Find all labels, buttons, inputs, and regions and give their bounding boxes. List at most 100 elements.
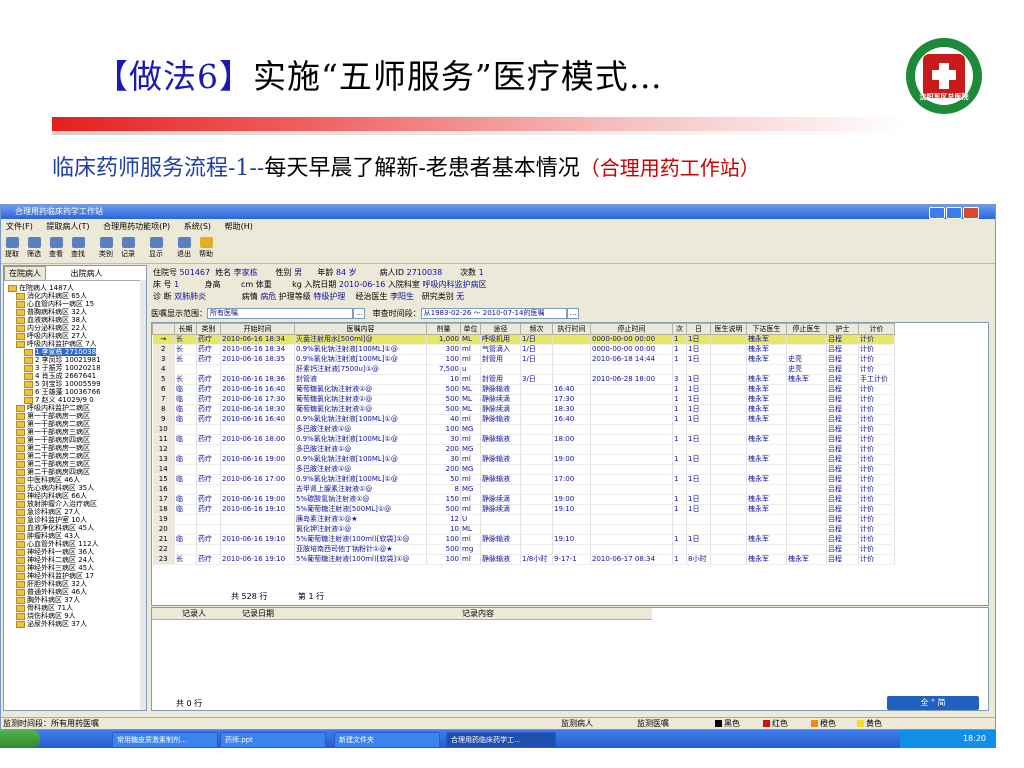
table-row[interactable]: 11 临药疗 2010-06-16 18:00 0.9%氯化钠注射液[100ML]①@… (152, 434, 895, 445)
filter-button[interactable]: 筛选 (25, 237, 43, 259)
tree-node[interactable]: 3 于振芳 10020218 (8, 364, 101, 372)
grid-column-header[interactable]: 单位 (460, 323, 481, 335)
task-pharmacist-ppt[interactable]: 药师.ppt (220, 732, 326, 748)
extract-button[interactable]: 提取 (3, 237, 21, 259)
menu-file[interactable]: 文件(F) (6, 222, 33, 231)
table-row[interactable]: 21 临药疗 2010-06-16 19:10 5%葡萄糖注射液(100ml)[软袋]… (152, 534, 895, 545)
grid-column-header[interactable]: 类别 (196, 323, 221, 335)
table-row[interactable]: 23 长药疗 2010-06-16 19:10 5%葡萄糖注射液(100ml)[软袋]… (152, 554, 895, 565)
tree-node[interactable]: 血液病科病区 38人 (8, 316, 101, 324)
view-button[interactable]: 查看 (47, 237, 65, 259)
tree-node[interactable]: 神经外科二病区 24人 (8, 556, 101, 564)
table-row[interactable]: 18 临药疗 2010-06-16 19:10 5%葡萄糖注射液[500ML]①@ 50… (152, 504, 895, 515)
tree-node[interactable]: 呼吸内科病区 27人 (8, 332, 101, 340)
category-button[interactable]: 类别 (97, 237, 115, 259)
table-row[interactable]: 8 临药疗 2010-06-16 18:30 葡萄糖氯化钠注射液①@ 500 ML 静脉续滴… (152, 404, 895, 415)
table-row[interactable]: 19 胰岛素注射液①@★ 12 U 吕程 计价 (152, 514, 895, 525)
table-row[interactable]: 13 临药疗 2010-06-16 19:00 0.9%氯化钠注射液[100ML]①@… (152, 454, 895, 465)
tree-node[interactable]: 神经内科病区 66人 (8, 492, 101, 500)
grid-column-header[interactable]: 日 (686, 323, 711, 335)
menu-help[interactable]: 帮助(H) (225, 222, 253, 231)
col-recorder[interactable]: 记录人 (182, 608, 206, 619)
task-pharmacy-workstation[interactable]: 合理用药临床药学工… (446, 732, 556, 748)
scope-select[interactable]: 所有医嘱 (207, 308, 353, 319)
start-button[interactable] (0, 730, 40, 748)
tree-node[interactable]: 2 李凤珍 10021981 (8, 356, 101, 364)
table-row[interactable]: 22 亚胺培南西司他丁钠粉针①@★ 500 mg 吕程 计价 (152, 544, 895, 555)
col-record-content[interactable]: 记录内容 (462, 608, 494, 619)
tree-node[interactable]: 泌尿外科病区 37人 (8, 620, 101, 628)
tree-node[interactable]: 心血管内科一病区 15 (8, 300, 101, 308)
tree-node[interactable]: 6 王雄蓬 10036766 (8, 388, 101, 396)
tree-node[interactable]: 第二干部病房三病区 (8, 460, 101, 468)
tree-node[interactable]: 普通外科病区 46人 (8, 588, 101, 596)
tree-node[interactable]: 呼吸内科监护二病区 (8, 404, 101, 412)
table-row[interactable]: 16 去甲肾上腺素注射液①@ 8 MG 吕程 计价 (152, 484, 895, 495)
col-record-date[interactable]: 记录日期 (242, 608, 274, 619)
tree-node[interactable]: 烧伤科病区 9人 (8, 612, 101, 620)
grid-column-header[interactable]: 剂量 (426, 323, 461, 335)
display-button[interactable]: 显示 (147, 237, 165, 259)
grid-column-header[interactable]: 下达医生 (746, 323, 787, 335)
grid-column-header[interactable]: 次 (672, 323, 687, 335)
tree-node[interactable]: 第一干部病房一病区 (8, 412, 101, 420)
tree-node[interactable]: 第二干部病房四病区 (8, 468, 101, 476)
tree-node[interactable]: 呼吸内科监护病区 7人 (8, 340, 101, 348)
task-new-folder[interactable]: 新建文件夹 (334, 732, 440, 748)
grid-column-header[interactable]: 频次 (520, 323, 553, 335)
table-row[interactable]: 9 临药疗 2010-06-16 16:40 0.9%氯化钠注射液[100ML]①@ 4… (152, 414, 895, 425)
menu-functions[interactable]: 合理用药功能项(P) (103, 222, 170, 231)
table-row[interactable]: 7 临药疗 2010-06-16 17:30 葡萄糖氯化钠注射液①@ 500 ML 静脉续滴… (152, 394, 895, 405)
table-row[interactable]: 20 氯化钾注射液①@ 10 ML 吕程 计价 (152, 524, 895, 535)
tree-node[interactable]: 肝胆外科病区 32人 (8, 580, 101, 588)
table-row[interactable]: 3 长药疗 2010-06-16 18:35 0.9%氯化钠注射液[100ML]①@ 1… (152, 354, 895, 365)
task-steroid-doc[interactable]: 常用糖皮质激素制剂… (112, 732, 218, 748)
grid-column-header[interactable]: 医嘱内容 (294, 323, 427, 335)
tree-node[interactable]: 心血管外科病区 112人 (8, 540, 101, 548)
tree-node[interactable]: 4 肖玉成 2667641 (8, 372, 101, 380)
tree-node[interactable]: 血液净化科病区 45人 (8, 524, 101, 532)
maximize-button[interactable] (946, 207, 962, 219)
tree-node[interactable]: 1 李家栋 2710038 (8, 348, 101, 356)
grid-column-header[interactable]: 医生说明 (710, 323, 747, 335)
tree-node[interactable]: 急诊科监护室 10人 (8, 516, 101, 524)
tree-node[interactable]: 第一干部病房二病区 (8, 420, 101, 428)
tree-node[interactable]: 神经外科监护病区 17 (8, 572, 101, 580)
tab-discharged[interactable]: 出院病人 (67, 267, 107, 280)
help-button[interactable]: 帮助 (197, 237, 215, 259)
table-row[interactable]: 6 临药疗 2010-06-16 16:40 葡萄糖氯化钠注射液①@ 500 ML 静脉输液… (152, 384, 895, 395)
table-row[interactable]: 5 长药疗 2010-06-16 18:36 封管液 10 ml 封管用 3/日 2010-06… (152, 374, 895, 385)
grid-column-header[interactable]: 执行时间 (552, 323, 591, 335)
grid-column-header[interactable]: 长期 (174, 323, 197, 335)
table-row[interactable]: 2 长药疗 2010-06-16 18:34 0.9%氯化钠注射液[100ML]①@ 3… (152, 344, 895, 355)
tree-node[interactable]: 神经外科一病区 36人 (8, 548, 101, 556)
tree-node[interactable]: 消化内科病区 65人 (8, 292, 101, 300)
window-titlebar[interactable]: 合理用药临床药学工作站 (1, 205, 995, 219)
find-button[interactable]: 查找 (69, 237, 87, 259)
grid-column-header[interactable]: 护士 (826, 323, 859, 335)
tree-node[interactable]: 骨科病区 71人 (8, 604, 101, 612)
tree-node[interactable]: 急诊科病区 27人 (8, 508, 101, 516)
tree-node[interactable]: 中医科病区 46人 (8, 476, 101, 484)
grid-column-header[interactable]: 停止医生 (786, 323, 827, 335)
tree-node[interactable]: 放射肿瘤介入治疗病区 (8, 500, 101, 508)
grid-column-header[interactable]: 计价 (858, 323, 895, 335)
table-row[interactable]: 15 临药疗 2010-06-16 17:00 0.9%氯化钠注射液[100ML]①@… (152, 474, 895, 485)
grid-column-header[interactable]: 停止时间 (590, 323, 673, 335)
close-button[interactable] (963, 207, 979, 219)
tree-node[interactable]: 第二干部病房一病区 (8, 444, 101, 452)
grid-column-header[interactable]: 开始时间 (220, 323, 295, 335)
scope-dropdown-button[interactable]: … (353, 308, 365, 319)
table-row[interactable]: 10 多巴胺注射液①@ 100 MG 吕程 计价 (152, 424, 895, 435)
menu-extract[interactable]: 提取病人(T) (46, 222, 89, 231)
tree-node[interactable]: 普胸病科病区 32人 (8, 308, 101, 316)
minimize-button[interactable] (929, 207, 945, 219)
table-row[interactable]: 17 临药疗 2010-06-16 19:00 5%碳酸氢钠注射液①@ 150 ml 静脉续… (152, 494, 895, 505)
tree-node[interactable]: 肿瘤科病区 43人 (8, 532, 101, 540)
time-range-button[interactable]: … (566, 308, 579, 319)
tree-node[interactable]: 神经外科三病区 45人 (8, 564, 101, 572)
grid-column-header[interactable]: 途径 (480, 323, 521, 335)
tree-node[interactable]: 第一干部病房三病区 (8, 428, 101, 436)
exit-button[interactable]: 退出 (175, 237, 193, 259)
menu-system[interactable]: 系统(S) (184, 222, 211, 231)
